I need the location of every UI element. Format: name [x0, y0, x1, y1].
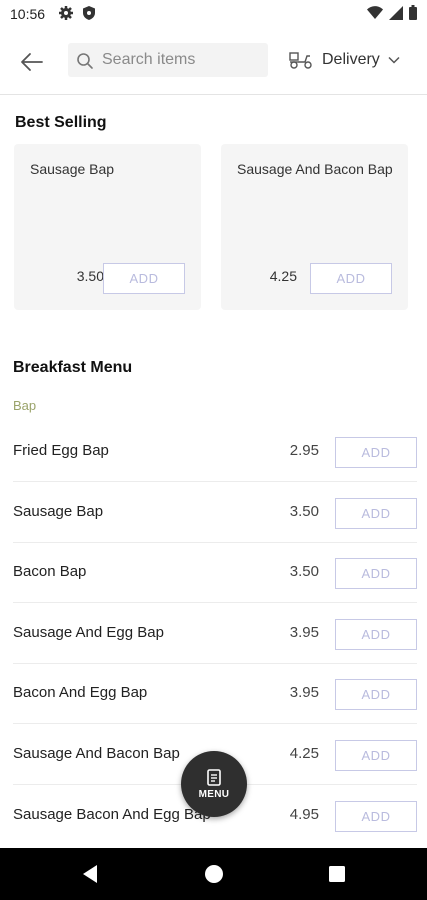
- menu-item-price: 4.25: [289, 745, 319, 762]
- delivery-label: Delivery: [322, 51, 380, 68]
- row-divider: [13, 481, 417, 482]
- triangle-back-icon: [83, 865, 97, 883]
- add-button[interactable]: ADD: [335, 801, 417, 832]
- add-button[interactable]: ADD: [335, 740, 417, 771]
- menu-item-name: Fried Egg Bap: [13, 442, 109, 459]
- back-button[interactable]: [18, 48, 46, 76]
- delivery-scooter-icon: [289, 52, 312, 69]
- circle-home-icon: [205, 865, 223, 883]
- menu-title: Breakfast Menu: [13, 359, 133, 376]
- battery-icon: [409, 5, 417, 25]
- best-selling-card[interactable]: Sausage Bap 3.50 ADD: [14, 144, 201, 310]
- shield-icon: [82, 5, 96, 26]
- nav-home-button[interactable]: [202, 862, 226, 886]
- menu-item-price: 3.50: [289, 503, 319, 520]
- search-box[interactable]: [68, 43, 268, 77]
- row-divider: [13, 602, 417, 603]
- nav-back-button[interactable]: [78, 862, 102, 886]
- menu-item-name: Bacon And Egg Bap: [13, 684, 148, 701]
- menu-item-price: 3.95: [289, 624, 319, 641]
- menu-item-name: Sausage And Egg Bap: [13, 624, 164, 641]
- add-button[interactable]: ADD: [335, 437, 417, 468]
- category-label: Bap: [13, 398, 37, 413]
- card-item-name: Sausage And Bacon Bap: [237, 161, 393, 177]
- menu-fab-button[interactable]: MENU: [181, 751, 247, 817]
- add-button[interactable]: ADD: [335, 558, 417, 589]
- signal-icon: [389, 5, 403, 25]
- chevron-down-icon: [388, 56, 400, 64]
- card-item-price: 3.50: [76, 268, 104, 284]
- search-input[interactable]: [102, 43, 262, 77]
- status-time: 10:56: [10, 6, 46, 22]
- menu-document-icon: [207, 768, 221, 786]
- delivery-selector[interactable]: Delivery: [288, 46, 400, 74]
- menu-item-name: Sausage Bacon And Egg Bap: [13, 806, 211, 823]
- menu-item-row[interactable]: Fried Egg Bap 2.95 ADD: [13, 422, 417, 482]
- menu-item-row[interactable]: Bacon And Egg Bap 3.95 ADD: [13, 664, 417, 724]
- row-divider: [13, 723, 417, 724]
- nav-recents-button[interactable]: [325, 862, 349, 886]
- menu-item-row[interactable]: Sausage Bap 3.50 ADD: [13, 483, 417, 543]
- top-bar: Delivery: [0, 40, 427, 95]
- add-button[interactable]: ADD: [103, 263, 185, 294]
- add-button[interactable]: ADD: [335, 498, 417, 529]
- menu-item-price: 4.95: [289, 806, 319, 823]
- menu-item-name: Bacon Bap: [13, 563, 87, 580]
- card-item-price: 4.25: [269, 268, 297, 284]
- menu-item-price: 3.95: [289, 684, 319, 701]
- square-recents-icon: [329, 866, 345, 882]
- search-icon: [77, 53, 93, 69]
- menu-item-name: Sausage Bap: [13, 503, 104, 520]
- status-bar: 10:56: [0, 0, 427, 28]
- best-selling-title: Best Selling: [15, 114, 107, 131]
- system-nav-bar: [0, 848, 427, 900]
- best-selling-card[interactable]: Sausage And Bacon Bap 4.25 ADD: [221, 144, 408, 310]
- back-arrow-icon: [21, 53, 43, 71]
- card-item-name: Sausage Bap: [30, 161, 115, 177]
- settings-icon: [58, 5, 74, 26]
- wifi-icon: [367, 5, 383, 25]
- menu-item-price: 3.50: [289, 563, 319, 580]
- menu-item-name: Sausage And Bacon Bap: [13, 745, 180, 762]
- add-button[interactable]: ADD: [310, 263, 392, 294]
- menu-item-row[interactable]: Sausage And Egg Bap 3.95 ADD: [13, 604, 417, 664]
- add-button[interactable]: ADD: [335, 619, 417, 650]
- menu-item-row[interactable]: Bacon Bap 3.50 ADD: [13, 543, 417, 603]
- add-button[interactable]: ADD: [335, 679, 417, 710]
- fab-label: MENU: [198, 788, 230, 800]
- menu-item-price: 2.95: [289, 442, 319, 459]
